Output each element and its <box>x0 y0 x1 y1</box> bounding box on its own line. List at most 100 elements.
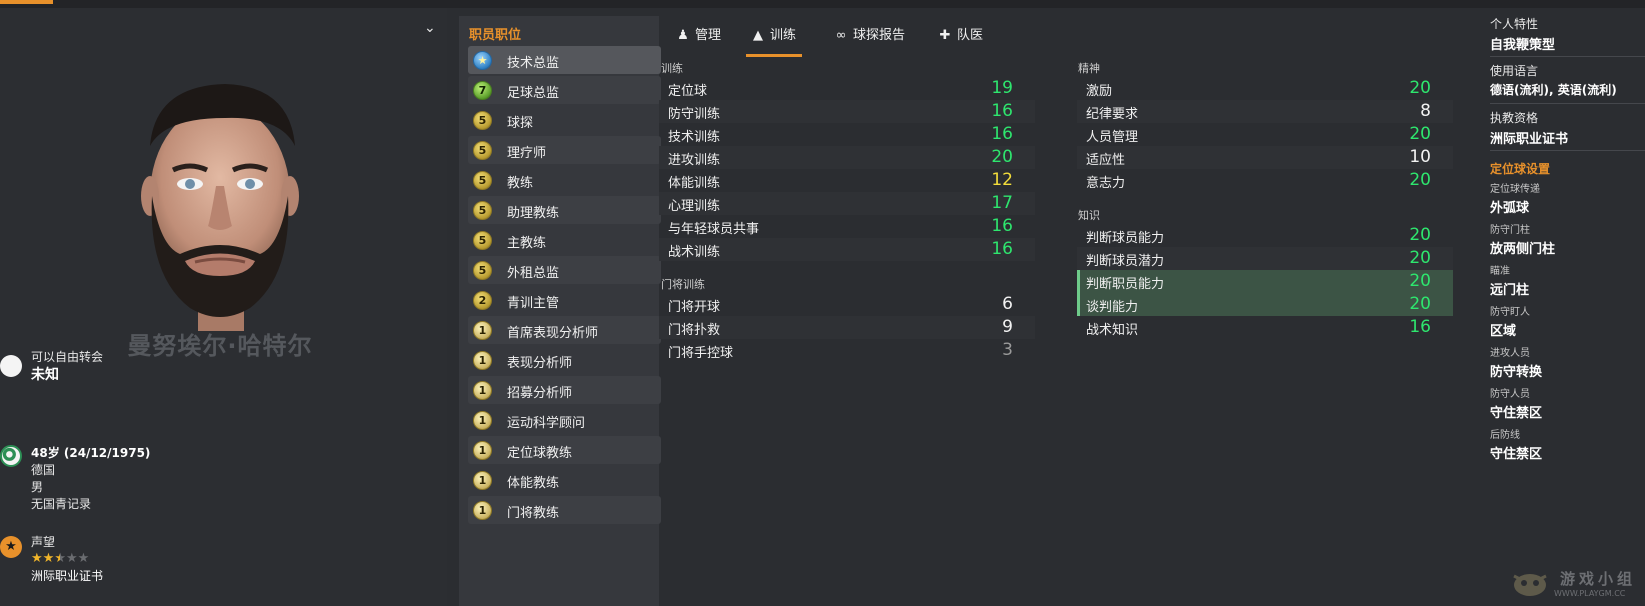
attribute-name: 谈判能力 <box>1086 300 1139 315</box>
attribute-row[interactable]: 技术训练 16 <box>659 123 1035 146</box>
setpiece-label: 后防线 <box>1490 430 1520 441</box>
setpiece-value: 守住禁区 <box>1490 447 1543 462</box>
tab-manager[interactable]: ♟ 管理 <box>675 24 721 54</box>
setpiece-title: 定位球设置 <box>1490 162 1551 176</box>
role-rating-badge-icon: 5 <box>473 261 492 280</box>
role-item[interactable]: 1 首席表现分析师 <box>468 316 661 344</box>
setpiece-label: 防守盯人 <box>1490 307 1530 318</box>
chevron-down-icon[interactable]: ⌄ <box>424 20 436 36</box>
attribute-row[interactable]: 门将手控球 3 <box>659 339 1035 362</box>
top-strip <box>0 0 1645 8</box>
nation-flag-icon <box>0 445 22 467</box>
reputation-info: ★ 声望 ★★★★★ 洲际职业证书 <box>0 534 430 594</box>
attribute-name: 门将开球 <box>668 300 721 315</box>
section-title-knowledge: 知识 <box>1078 209 1100 222</box>
attribute-row[interactable]: 判断球员潜力 20 <box>1077 247 1453 270</box>
role-item[interactable]: 1 体能教练 <box>468 466 661 494</box>
role-item[interactable]: 5 理疗师 <box>468 136 661 164</box>
attribute-row[interactable]: 与年轻球员共事 16 <box>659 215 1035 238</box>
star-icon: ★ <box>54 551 66 566</box>
role-item[interactable]: 2 青训主管 <box>468 286 661 314</box>
roles-title: 职员职位 <box>469 28 522 43</box>
star-icon: ★ <box>31 551 43 566</box>
attribute-value: 6 <box>1002 294 1013 314</box>
attribute-row[interactable]: 适应性 10 <box>1077 146 1453 169</box>
attribute-row[interactable]: 判断职员能力 20 <box>1077 270 1453 293</box>
attribute-row[interactable]: 门将开球 6 <box>659 293 1035 316</box>
staff-roles-panel: 职员职位 ★ 技术总监 7 足球总监 5 球探 5 理疗师 5 教练 5 助理教练 5 主教练 5 外租总监 2… <box>459 16 661 606</box>
reputation-star-icon: ★ <box>0 536 22 558</box>
role-item[interactable]: 1 招募分析师 <box>468 376 661 404</box>
role-label: 定位球教练 <box>507 446 573 461</box>
role-item[interactable]: 1 运动科学顾问 <box>468 406 661 434</box>
attribute-row[interactable]: 门将扑救 9 <box>659 316 1035 339</box>
attribute-name: 门将扑救 <box>668 323 721 338</box>
attribute-row[interactable]: 定位球 19 <box>659 77 1035 100</box>
attribute-row[interactable]: 激励 20 <box>1077 77 1453 100</box>
attribute-name: 意志力 <box>1086 176 1126 191</box>
attribute-row[interactable]: 体能训练 12 <box>659 169 1035 192</box>
setpiece-value: 区域 <box>1490 324 1517 339</box>
attribute-value: 10 <box>1409 147 1431 167</box>
role-rating-badge-icon: 5 <box>473 201 492 220</box>
role-rating-badge-icon: 1 <box>473 321 492 340</box>
attribute-row[interactable]: 判断球员能力 20 <box>1077 224 1453 247</box>
role-label: 体能教练 <box>507 476 560 491</box>
role-item[interactable]: 1 表现分析师 <box>468 346 661 374</box>
language-label: 使用语言 <box>1490 64 1539 78</box>
role-rating-badge-icon: 1 <box>473 501 492 520</box>
attribute-row[interactable]: 意志力 20 <box>1077 169 1453 192</box>
setpiece-value: 放两侧门柱 <box>1490 242 1556 257</box>
attribute-value: 16 <box>991 101 1013 121</box>
attribute-row[interactable]: 进攻训练 20 <box>659 146 1035 169</box>
role-item[interactable]: 7 足球总监 <box>468 76 661 104</box>
role-item[interactable]: 5 助理教练 <box>468 196 661 224</box>
setpiece-value: 防守转换 <box>1490 365 1543 380</box>
attribute-value: 12 <box>991 170 1013 190</box>
watermark-text: 游戏小组 <box>1560 570 1637 588</box>
attribute-name: 人员管理 <box>1086 130 1139 145</box>
role-rating-badge-icon: 5 <box>473 171 492 190</box>
attribute-value: 20 <box>1409 225 1431 245</box>
attribute-name: 与年轻球员共事 <box>668 222 760 237</box>
tab-training[interactable]: ▲ 训练 <box>745 24 803 57</box>
setpiece-label: 防守门柱 <box>1490 225 1530 236</box>
watermark-logo-icon <box>1513 574 1547 596</box>
role-rating-badge-icon: 1 <box>473 471 492 490</box>
attribute-row[interactable]: 谈判能力 20 <box>1077 293 1453 316</box>
role-item[interactable]: 5 球探 <box>468 106 661 134</box>
license-label: 执教资格 <box>1490 111 1539 125</box>
attribute-row[interactable]: 心理训练 17 <box>659 192 1035 215</box>
role-item[interactable]: 1 定位球教练 <box>468 436 661 464</box>
role-item[interactable]: 1 门将教练 <box>468 496 661 524</box>
setpiece-label: 定位球传递 <box>1490 184 1540 195</box>
attribute-value: 20 <box>1409 248 1431 268</box>
attribute-row[interactable]: 战术训练 16 <box>659 238 1035 261</box>
role-rating-badge-icon: ★ <box>473 51 492 70</box>
language-value: 德语(流利), 英语(流利) <box>1490 83 1617 97</box>
role-label: 表现分析师 <box>507 356 573 371</box>
attribute-row[interactable]: 防守训练 16 <box>659 100 1035 123</box>
contract-label: 可以自由转会 <box>31 350 104 364</box>
role-label: 运动科学顾问 <box>507 416 586 431</box>
tab-scout-report[interactable]: ∞ 球探报告 <box>833 24 905 54</box>
attribute-row[interactable]: 纪律要求 8 <box>1077 100 1453 123</box>
role-label: 球探 <box>507 116 534 131</box>
role-item[interactable]: ★ 技术总监 <box>468 46 661 74</box>
attribute-row[interactable]: 人员管理 20 <box>1077 123 1453 146</box>
attribute-name: 体能训练 <box>668 176 721 191</box>
section-title-mental: 精神 <box>1078 62 1100 75</box>
attribute-name: 判断职员能力 <box>1086 277 1165 292</box>
attribute-name: 适应性 <box>1086 153 1126 168</box>
attribute-row[interactable]: 战术知识 16 <box>1077 316 1453 339</box>
role-rating-badge-icon: 1 <box>473 441 492 460</box>
role-item[interactable]: 5 外租总监 <box>468 256 661 284</box>
tab-label: 队医 <box>957 28 984 43</box>
reputation-value: 洲际职业证书 <box>31 569 104 583</box>
watermark-url: WWW.PLAYGM.CC <box>1554 589 1626 598</box>
role-label: 门将教练 <box>507 506 560 521</box>
tab-physio[interactable]: ✚ 队医 <box>937 24 983 54</box>
attribute-name: 进攻训练 <box>668 153 721 168</box>
role-item[interactable]: 5 主教练 <box>468 226 661 254</box>
role-item[interactable]: 5 教练 <box>468 166 661 194</box>
